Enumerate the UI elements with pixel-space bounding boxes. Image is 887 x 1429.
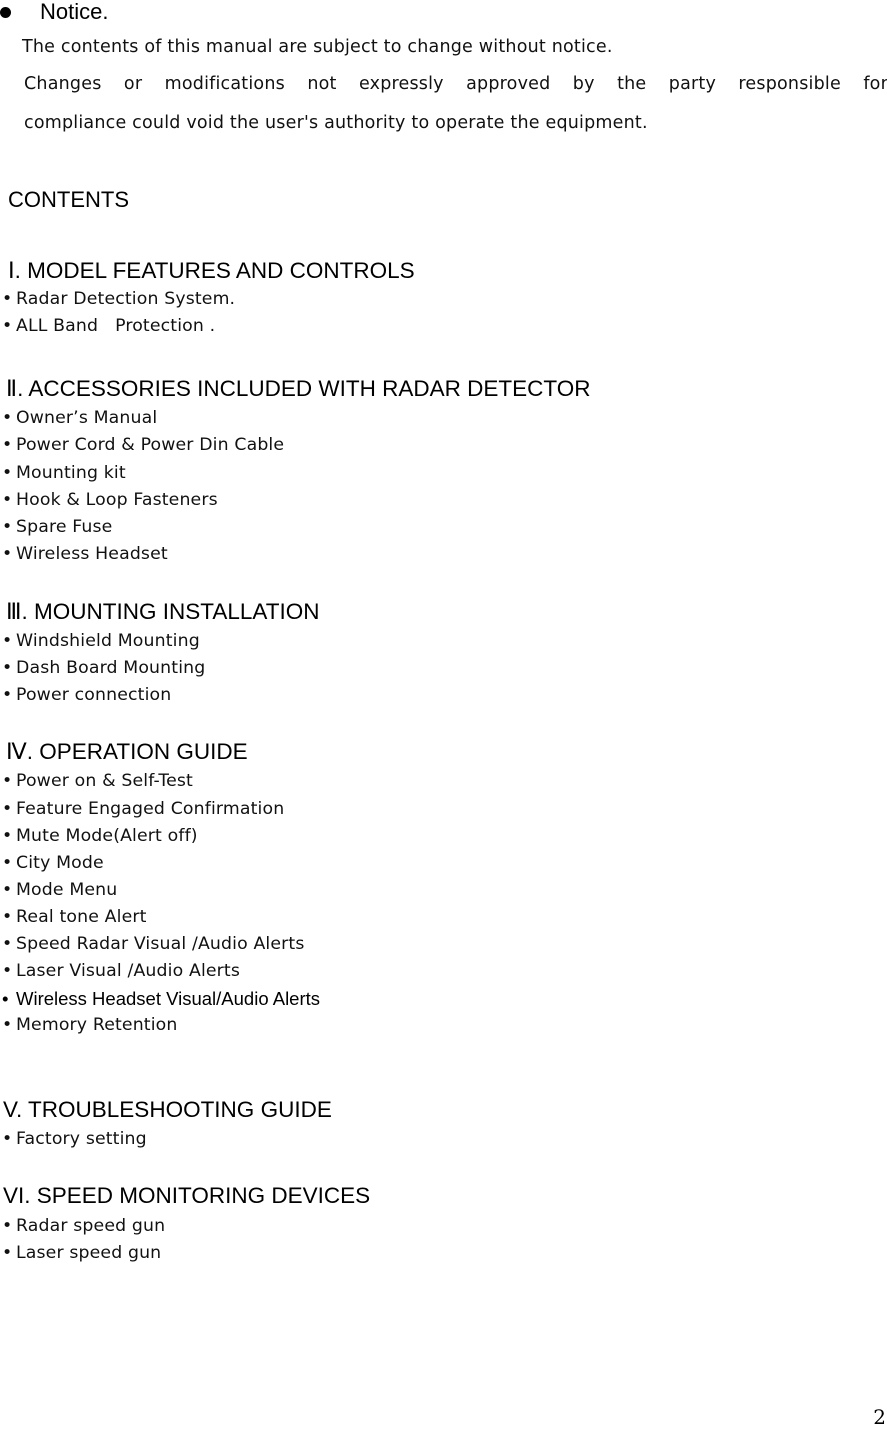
toc-item-label: Wireless Headset [16,544,168,564]
toc-item-label: Laser Visual /Audio Alerts [16,961,241,981]
toc-item-label: Mode Menu [16,880,118,900]
toc-item: • Wireless Headset Visual/Audio Alerts [2,988,320,1010]
toc-item: • Feature Engaged Confirmation [2,799,284,819]
toc-item: • Owner’s Manual [2,408,157,428]
toc-item: • Factory setting [2,1129,147,1149]
bullet-icon: • [2,907,13,927]
bullet-icon: • [2,961,13,981]
toc-item: • Wireless Headset [2,544,168,564]
toc-item-label: Hook & Loop Fasteners [16,490,218,510]
toc-item: • Memory Retention [2,1015,178,1035]
notice-line-2: Changes or modifications not expressly a… [24,74,887,94]
toc-item: • Windshield Mounting [2,631,200,651]
toc-item: • Power on & Self-Test [2,771,193,791]
section-heading-6: VI. SPEED MONITORING DEVICES [3,1183,371,1208]
bullet-icon: • [2,289,13,309]
bullet-icon: • [2,544,13,564]
toc-item-label: Mute Mode(Alert off) [16,826,198,846]
bullet-icon: • [2,463,13,483]
bullet-icon: • [2,1243,13,1263]
toc-item: • City Mode [2,853,104,873]
toc-item-label: Factory setting [16,1129,147,1149]
bullet-icon: • [2,799,13,819]
notice-bullet-icon [0,7,11,18]
toc-item-label: City Mode [16,853,104,873]
toc-item-label: Power on & Self-Test [16,771,193,791]
toc-item-label: Wireless Headset Visual/Audio Alerts [16,988,321,1009]
toc-item-label: Speed Radar Visual /Audio Alerts [16,934,305,954]
section-heading-3: Ⅲ. MOUNTING INSTALLATION [6,599,320,624]
bullet-icon: • [2,658,13,678]
toc-item-label: Owner’s Manual [16,408,158,428]
toc-item-label: Windshield Mounting [16,631,200,651]
notice-line-3: compliance could void the user's authori… [24,113,648,133]
bullet-icon: • [2,631,13,651]
toc-item: • Radar speed gun [2,1216,165,1236]
toc-item-label: Dash Board Mounting [16,658,206,678]
toc-item: • Laser Visual /Audio Alerts [2,961,240,981]
toc-item: • Hook & Loop Fasteners [2,490,218,510]
toc-item-label: Real tone Alert [16,907,147,927]
contents-title: CONTENTS [8,187,129,212]
bullet-icon: • [2,490,13,510]
toc-item-label: Laser speed gun [16,1243,162,1263]
toc-item-label: Spare Fuse [16,517,113,537]
bullet-icon: • [2,853,13,873]
section-heading-5: V. TROUBLESHOOTING GUIDE [3,1097,332,1122]
toc-item: • Power Cord & Power Din Cable [2,435,284,455]
toc-item: • Power connection [2,685,171,705]
toc-item: • ALL Band Protection . [2,316,215,336]
toc-item: • Mode Menu [2,880,117,900]
section-heading-2: Ⅱ. ACCESSORIES INCLUDED WITH RADAR DETEC… [6,376,591,401]
toc-item: • Mounting kit [2,463,126,483]
toc-item-label: Mounting kit [16,463,126,483]
toc-item-label: Radar speed gun [16,1216,166,1236]
section-heading-4: Ⅳ. OPERATION GUIDE [6,739,248,764]
toc-item-label: Feature Engaged Confirmation [16,799,285,819]
toc-item-label: Power Cord & Power Din Cable [16,435,285,455]
bullet-icon: • [2,408,13,428]
bullet-icon: • [2,435,13,455]
toc-item-label: Power connection [16,685,172,705]
bullet-icon: • [2,934,13,954]
bullet-icon: • [2,988,9,1009]
toc-item: • Real tone Alert [2,907,147,927]
toc-item: • Laser speed gun [2,1243,161,1263]
toc-item-label: ALL Band Protection . [16,316,216,336]
toc-item: • Dash Board Mounting [2,658,205,678]
toc-item: • Mute Mode(Alert off) [2,826,198,846]
toc-item: • Spare Fuse [2,517,112,537]
toc-item: • Speed Radar Visual /Audio Alerts [2,934,305,954]
notice-title: Notice. [40,0,109,24]
bullet-icon: • [2,771,13,791]
bullet-icon: • [2,1129,13,1149]
bullet-icon: • [2,316,13,336]
bullet-icon: • [2,685,13,705]
toc-item-label: Memory Retention [16,1015,178,1035]
toc-item-label: Radar Detection System. [16,289,236,309]
bullet-icon: • [2,880,13,900]
bullet-icon: • [2,517,13,537]
section-heading-1: Ⅰ. MODEL FEATURES AND CONTROLS [8,258,415,283]
page-number: 2 [873,1405,886,1429]
notice-line-1: The contents of this manual are subject … [22,37,613,57]
bullet-icon: • [2,1015,13,1035]
bullet-icon: • [2,826,13,846]
toc-item: • Radar Detection System. [2,289,235,309]
bullet-icon: • [2,1216,13,1236]
